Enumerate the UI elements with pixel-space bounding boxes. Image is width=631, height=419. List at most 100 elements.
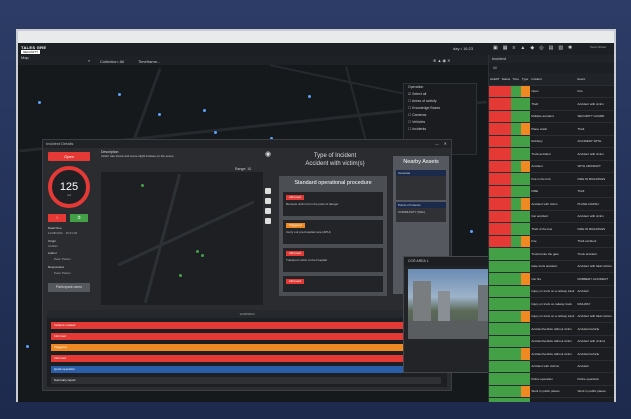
layers-icon[interactable]: [265, 208, 271, 214]
column-header[interactable]: Incident: [530, 73, 577, 86]
table-row[interactable]: Robbery ACCIDENT WITH: [489, 135, 614, 148]
table-row[interactable]: Truck accident Accident with victim: [489, 147, 614, 161]
map-marker[interactable]: [158, 113, 161, 116]
table-row[interactable]: Accident with victims Accident: [489, 360, 614, 373]
chart-icon[interactable]: ▤: [549, 46, 554, 51]
list-icon[interactable]: ≡: [512, 46, 515, 51]
timeline-bar[interactable]: Incident created: [51, 322, 441, 329]
zoom-in-icon[interactable]: [265, 188, 271, 194]
camera-icon[interactable]: ◉: [265, 150, 271, 158]
minimap-marker[interactable]: [201, 254, 204, 257]
column-header[interactable]: Event: [576, 73, 614, 86]
table-row[interactable]: Truck broke the gate Truck accident: [489, 247, 614, 261]
table-row[interactable]: Police operation Police operation: [489, 372, 614, 386]
layer-item[interactable]: ☐ Cameras: [404, 112, 476, 119]
fullscreen-icon[interactable]: [265, 218, 271, 224]
incident-list-filter[interactable]: All: [489, 63, 614, 73]
user-name[interactable]: Team Shoot: [590, 45, 606, 49]
table-row[interactable]: Plane crash Theft: [489, 122, 614, 136]
map-marker[interactable]: [308, 95, 311, 98]
timer-badge[interactable]: ⏱: [70, 214, 88, 222]
nearby-cameras[interactable]: Cameras: [396, 170, 446, 200]
nearby-points[interactable]: Points of Interest COMMUNITY (50m): [396, 202, 446, 222]
table-row[interactable]: Gate truck accident Accident with fatal v…: [489, 260, 614, 273]
collection-filter[interactable]: Collection: All: [100, 59, 124, 64]
timeline-bar[interactable]: Informed: [51, 333, 441, 340]
bell-icon[interactable]: ◆: [530, 46, 534, 51]
timeline-bar[interactable]: Quick operation: [51, 366, 441, 373]
table-row[interactable]: Injury on truck on a railway track Accide…: [489, 285, 614, 298]
time-cell: [511, 110, 521, 123]
sop-panel: Standard operational procedure Informed …: [279, 176, 387, 296]
grid-icon[interactable]: ▦: [503, 46, 508, 51]
map-marker[interactable]: [203, 109, 206, 112]
map-marker[interactable]: [470, 230, 473, 233]
alert-cell: [489, 335, 501, 348]
search-icon[interactable]: ⌕: [88, 58, 90, 63]
table-row[interactable]: Fire Theft accident: [489, 235, 614, 248]
sop-item[interactable]: Informed Transport victim to the hospita…: [283, 248, 383, 272]
settings-icon[interactable]: ✱: [568, 46, 572, 51]
app-logo-sub: SECURITY: [21, 50, 41, 54]
responders-label: Responders: [48, 265, 65, 269]
layer-item[interactable]: ☐ Knowledge Bases: [404, 105, 476, 112]
table-row[interactable]: Open Fire: [489, 85, 614, 98]
column-header[interactable]: Status: [500, 73, 512, 86]
sop-item[interactable]: Informed Remove victim from the point of…: [283, 192, 383, 216]
minimize-icon[interactable]: —: [435, 140, 439, 148]
table-row[interactable]: Multiple accident SECURITY GUARD: [489, 110, 614, 123]
minimap-marker[interactable]: [141, 184, 144, 187]
timeline-bar[interactable]: Triggered: [51, 344, 441, 351]
table-row[interactable]: Accident/vehicle without victim Accident/…: [489, 322, 614, 336]
table-row[interactable]: Accident with victim PLANE CRASH: [489, 197, 614, 211]
alert-badge[interactable]: !: [48, 214, 66, 222]
table-row[interactable]: Theft of the bus FIRE IN BUILDINGS: [489, 222, 614, 236]
sop-item[interactable]: Triggered Carry out pre-hospital care (A…: [283, 220, 383, 244]
map-marker[interactable]: [118, 93, 121, 96]
layer-item[interactable]: ☐ Incidents: [404, 126, 476, 133]
table-row[interactable]: Accident with victim(s)Accident with vic…: [489, 397, 614, 402]
participant-users-button[interactable]: Participant users: [48, 283, 90, 292]
incident-type: Type of Incident Accident with victim(s): [279, 152, 391, 168]
layer-item[interactable]: ☑ Select all: [404, 91, 476, 98]
table-row[interactable]: Accident WITH AIRCRAFT: [489, 160, 614, 173]
table-row[interactable]: Theft Accident with victim: [489, 97, 614, 111]
minimap-marker[interactable]: [196, 250, 199, 253]
table-row[interactable]: Fire in the hub FIRE IN BUILDINGS: [489, 172, 614, 186]
timeline-bar[interactable]: Summary report: [51, 377, 441, 384]
timeline-bar[interactable]: Informed: [51, 355, 441, 362]
status-cell: [500, 172, 512, 186]
table-row[interactable]: Accident/vehicle without victim Accident/…: [489, 347, 614, 361]
minimap-marker[interactable]: [179, 274, 182, 277]
map-marker[interactable]: [214, 131, 217, 134]
table-row[interactable]: Car accident Accident with victim: [489, 210, 614, 223]
layer-item[interactable]: ☐ Vehicles: [404, 119, 476, 126]
column-header[interactable]: Time: [511, 73, 521, 86]
incident-name: Truck accident: [531, 151, 551, 156]
table-row[interactable]: Work in public places Work in public plac…: [489, 385, 614, 398]
zoom-out-icon[interactable]: [265, 198, 271, 204]
timeframe-filter[interactable]: Timeframe...: [138, 59, 160, 64]
table-row[interactable]: Injury on truck on a railway track Accide…: [489, 310, 614, 323]
event-cell: Work in public places: [576, 385, 614, 398]
map-marker[interactable]: [26, 345, 29, 348]
document-icon[interactable]: ▧: [558, 46, 563, 51]
table-row[interactable]: Accident/vehicle without victim Accident …: [489, 335, 614, 348]
status-button[interactable]: Open: [48, 152, 90, 161]
alert-icon[interactable]: ▲: [520, 46, 525, 51]
nearby-point-item[interactable]: COMMUNITY (50m): [396, 208, 446, 216]
table-row[interactable]: Car fire ROBBERY ACCIDENT: [489, 272, 614, 286]
incident-minimap[interactable]: [101, 172, 263, 305]
table-row[interactable]: FIRE Theft: [489, 185, 614, 198]
column-header[interactable]: Type: [520, 73, 531, 86]
sop-item[interactable]: Informed: [283, 276, 383, 292]
close-icon[interactable]: ✕: [444, 140, 447, 148]
share-icon[interactable]: ◎: [539, 46, 543, 51]
time-cell: [511, 285, 521, 298]
table-row[interactable]: Injury on truck on railway track RAILWAY: [489, 297, 614, 311]
column-header[interactable]: ALERT: [489, 73, 501, 86]
monitor-icon[interactable]: ▣: [493, 46, 498, 51]
map-tool-icons[interactable]: ⊕ ▲ ◉ ✕: [433, 58, 451, 63]
layer-item[interactable]: ☐ Areas of activity: [404, 98, 476, 105]
map-marker[interactable]: [38, 101, 41, 104]
